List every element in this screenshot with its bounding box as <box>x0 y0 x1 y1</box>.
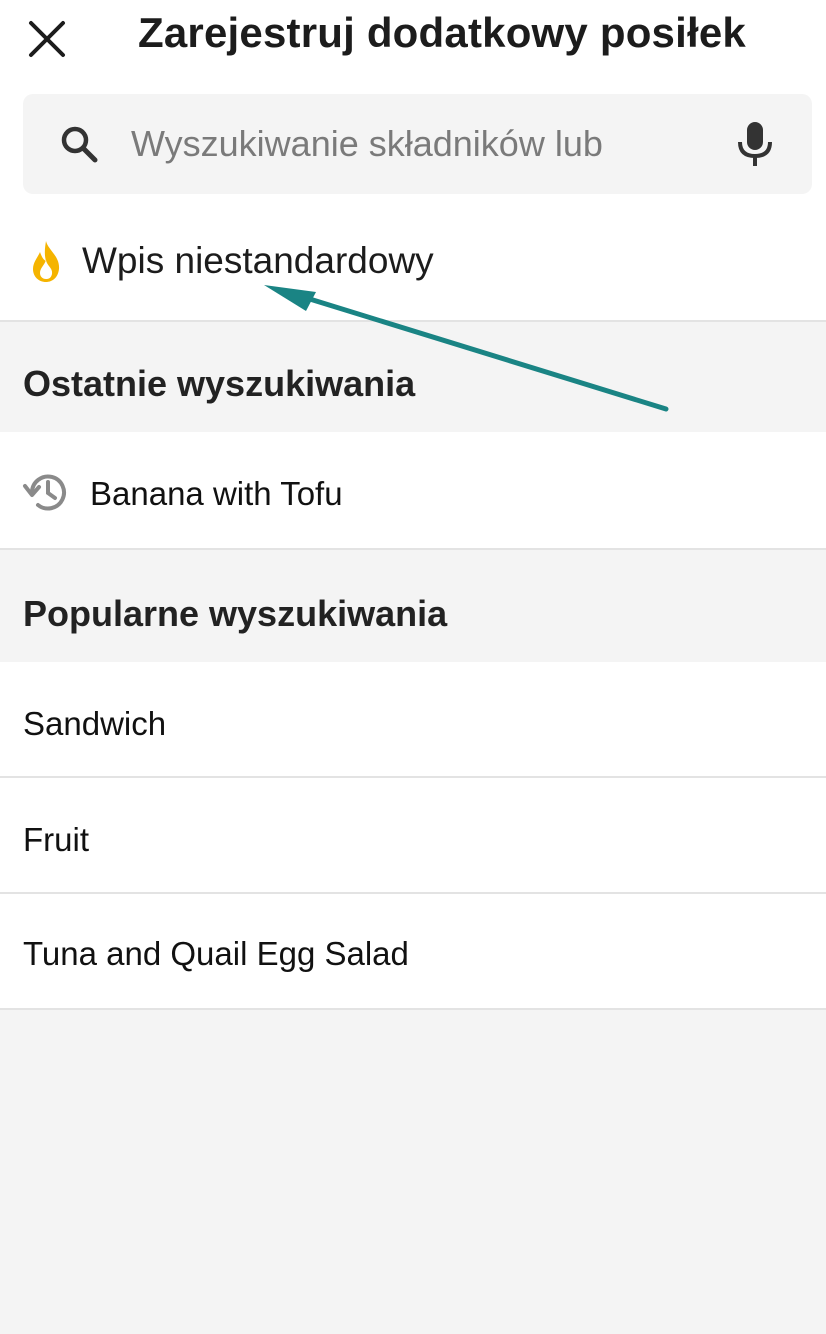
log-extra-meal-screen: Zarejestruj dodatkowy posiłek Wpis niest… <box>0 0 826 1334</box>
popular-searches-title: Popularne wyszukiwania <box>23 593 448 634</box>
history-icon <box>23 474 66 511</box>
popular-search-item[interactable]: Fruit <box>0 778 826 894</box>
recent-search-label: Banana with Tofu <box>90 475 343 512</box>
search-section <box>0 70 826 212</box>
flame-icon <box>33 241 60 282</box>
recent-searches-title: Ostatnie wyszukiwania <box>23 363 416 404</box>
recent-searches-header: Ostatnie wyszukiwania <box>0 322 826 432</box>
close-icon <box>29 21 65 57</box>
page-title: Zarejestruj dodatkowy posiłek <box>138 9 746 56</box>
close-button[interactable] <box>18 10 76 68</box>
popular-search-item[interactable]: Tuna and Quail Egg Salad <box>0 894 826 1010</box>
popular-search-item[interactable]: Sandwich <box>0 662 826 778</box>
popular-search-label: Tuna and Quail Egg Salad <box>23 935 409 972</box>
custom-entry-label: Wpis niestandardowy <box>82 240 434 281</box>
search-icon <box>61 126 98 163</box>
recent-search-item[interactable]: Banana with Tofu <box>0 432 826 550</box>
custom-entry-row[interactable]: Wpis niestandardowy <box>0 212 826 322</box>
search-box[interactable] <box>23 94 812 194</box>
search-input[interactable] <box>131 112 701 176</box>
top-bar: Zarejestruj dodatkowy posiłek <box>0 0 826 70</box>
popular-search-label: Fruit <box>23 821 89 858</box>
popular-searches-header: Popularne wyszukiwania <box>0 550 826 662</box>
popular-search-label: Sandwich <box>23 705 167 742</box>
microphone-icon[interactable] <box>733 120 777 168</box>
